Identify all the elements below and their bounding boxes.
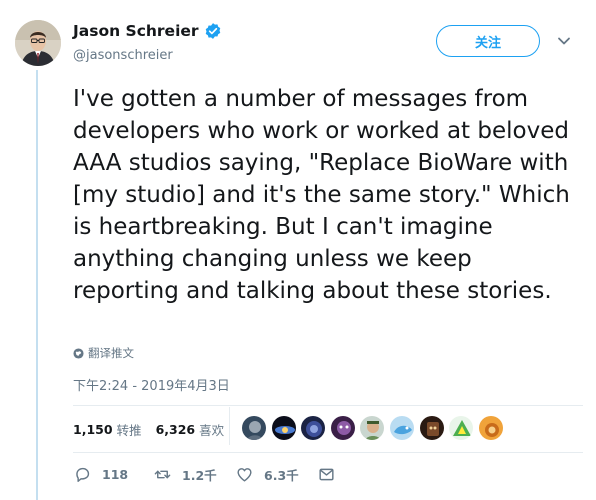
reply-button[interactable]: 118 [73,465,153,484]
reply-count: 118 [102,467,129,482]
liker-avatar-4[interactable] [329,415,356,441]
like-label[interactable]: 喜欢 [199,420,224,439]
like-count[interactable]: 6,326 [156,422,196,437]
liker-avatars [241,415,507,441]
retweet-label[interactable]: 转推 [117,420,142,439]
liker-avatar-1[interactable] [241,415,267,441]
retweet-icon [154,470,171,479]
globe-icon [73,347,84,359]
envelope-icon [319,468,334,481]
liker-avatar-8[interactable] [448,415,475,441]
liker-avatar-5[interactable] [359,415,386,441]
author-handle[interactable]: @jasonschreier [73,48,173,63]
tweet-actions: 118 1.2千 6.3千 [73,465,346,484]
verified-badge-icon [205,23,220,39]
reply-icon [76,467,90,482]
translate-tweet-link[interactable]: 翻译推文 [73,345,134,361]
translate-label[interactable]: 翻译推文 [88,345,134,361]
follow-button[interactable]: 关注 [436,25,540,57]
liker-avatar-9[interactable] [477,415,504,441]
thread-line [36,70,38,500]
tweet-stats: 1,150 转推 6,326 喜欢 [73,420,238,439]
tweet-timestamp[interactable]: 下午2:24 - 2019年4月3日 [73,375,230,394]
liker-avatar-2[interactable] [270,415,297,441]
heart-icon [237,468,252,482]
retweet-action-count: 1.2千 [182,468,217,483]
avatar[interactable] [15,20,61,66]
retweet-count[interactable]: 1,150 [73,422,113,437]
liker-avatar-6[interactable] [388,415,415,441]
liker-avatar-3[interactable] [300,415,327,441]
like-button[interactable]: 6.3千 [235,465,317,484]
chevron-down-icon[interactable] [557,36,571,46]
stats-separator [229,407,230,445]
direct-message-button[interactable] [317,465,346,484]
stats-top-divider [73,405,583,406]
retweet-button[interactable]: 1.2千 [153,465,235,484]
stats-bottom-divider [73,452,583,453]
author-name-row[interactable]: Jason Schreier [73,22,222,40]
liker-avatar-7[interactable] [418,415,445,441]
author-display-name[interactable]: Jason Schreier [73,22,199,40]
tweet-text: I've gotten a number of messages from de… [73,86,570,304]
like-action-count: 6.3千 [264,468,299,483]
